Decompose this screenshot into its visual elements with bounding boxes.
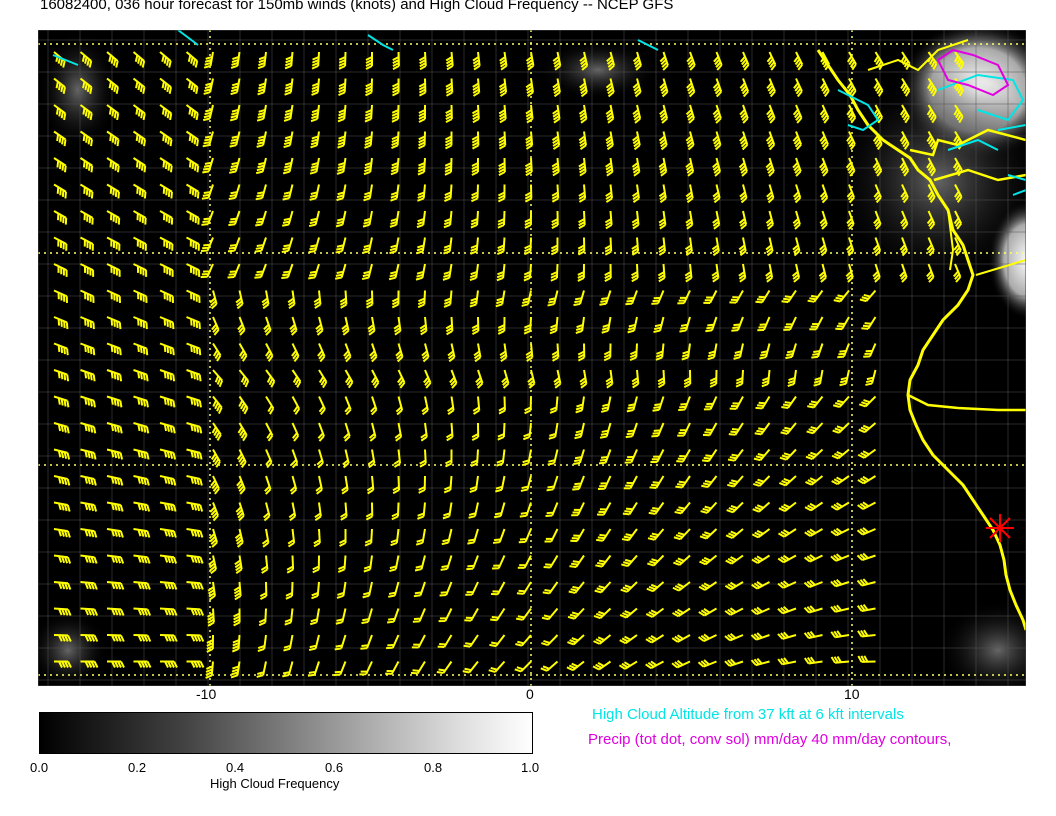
lat-tick-right-2: -20 (1032, 452, 1049, 474)
lon-tick-bottom-1: -10 (196, 686, 217, 702)
colorbar-label: 1.0 (521, 760, 540, 775)
map-title: 16082400, 036 hour forecast for 150mb wi… (40, 0, 674, 13)
cloud-altitude-legend: High Cloud Altitude from 37 kft at 6 kft… (592, 706, 904, 723)
precip-legend: Precip (tot dot, conv sol) mm/day 40 mm/… (588, 731, 952, 748)
wind-map (38, 30, 1026, 686)
lon-tick-top-3: 10 (844, 10, 860, 26)
lon-tick-bottom-2: 0 (526, 686, 534, 702)
colorbar-label: 0.2 (128, 760, 147, 775)
lon-tick-top-1: -10 (200, 10, 221, 26)
colorbar-label: 0.0 (30, 760, 49, 775)
lon-tick-bottom-3: 10 (844, 686, 860, 702)
colorbar-label: 0.8 (424, 760, 443, 775)
colorbar (39, 712, 533, 754)
lat-tick-left-2: -20 (14, 452, 31, 474)
location-marker (986, 514, 1014, 542)
cloud-patch (38, 30, 118, 150)
colorbar-label: 0.4 (226, 760, 245, 775)
lat-tick-right-1: -10 (1032, 242, 1049, 264)
lat-tick-left-1: -10 (14, 242, 31, 264)
lon-tick-top-2: 0 (526, 10, 534, 26)
colorbar-title: High Cloud Frequency (210, 776, 340, 791)
colorbar-label: 0.6 (325, 760, 344, 775)
